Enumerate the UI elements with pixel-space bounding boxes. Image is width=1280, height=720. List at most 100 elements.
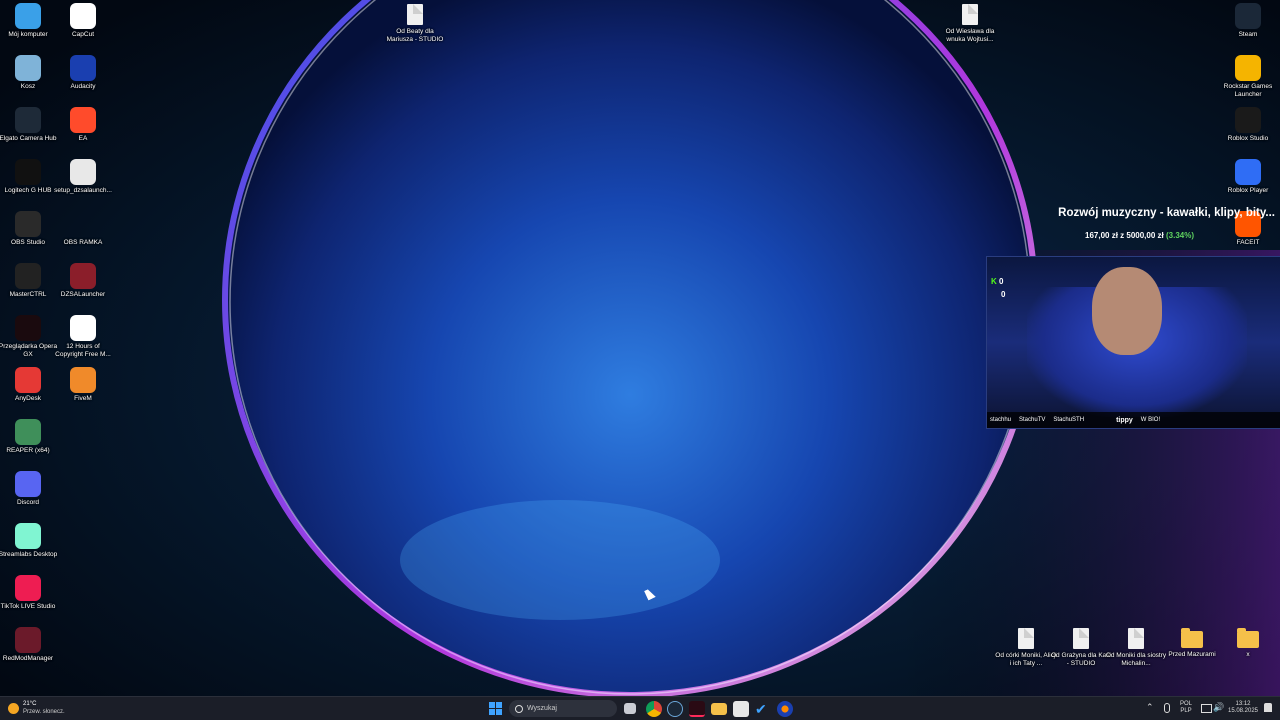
task-view-icon[interactable] <box>624 703 636 714</box>
desktop-shortcut-opera-gx[interactable]: Przeglądarka Opera GX <box>0 315 57 358</box>
desktop-shortcut-monitor[interactable]: Mój komputer <box>0 3 56 39</box>
desktop-shortcut-ea[interactable]: EA <box>55 107 111 143</box>
desktop-shortcut-folder[interactable]: x <box>1220 628 1276 659</box>
desktop-shortcut-fivem[interactable]: FiveM <box>55 367 111 403</box>
steam-taskbar-icon[interactable] <box>667 701 683 717</box>
kick-handle: StachuTV <box>1019 417 1046 423</box>
desktop-shortcut-installer[interactable]: setup_dzsalaunch... <box>54 159 112 195</box>
desktop-shortcut-document[interactable]: Od Grażyna dla Kasi - STUDIO <box>1051 628 1111 667</box>
start-button[interactable] <box>489 702 502 715</box>
document-icon <box>1128 628 1144 649</box>
desktop-shortcut-document[interactable]: Od Beaty dla Mariusza - STUDIO <box>387 4 443 43</box>
audacity-taskbar-icon[interactable] <box>777 701 793 717</box>
streamlabs-icon <box>15 523 41 549</box>
shortcut-label: Discord <box>16 499 40 506</box>
audacity-icon <box>70 55 96 81</box>
shortcut-label: Od Wiesława dla wnuka Wojtusi... <box>945 28 995 43</box>
desktop-shortcut-camera-hub[interactable]: Elgato Camera Hub <box>0 107 57 143</box>
shortcut-label: Steam <box>1238 31 1258 38</box>
webcam-overlay: K 0 0 stachhu StachuTV StachuSTH tippy W… <box>986 256 1280 429</box>
rockstar-icon <box>1235 55 1261 81</box>
search-placeholder: Wyszukaj <box>527 705 557 712</box>
microphone-icon[interactable] <box>1164 703 1170 713</box>
desktop-shortcut-rockstar[interactable]: Rockstar Games Launcher <box>1220 55 1276 98</box>
shortcut-label: Przed Mazurami <box>1168 651 1216 658</box>
instagram-handle: stachhu <box>990 417 1012 423</box>
weather-desc: Przew. słonecz. <box>23 709 65 715</box>
desktop-shortcut-discord[interactable]: Discord <box>0 471 56 507</box>
shortcut-label: Streamlabs Desktop <box>0 551 58 558</box>
desktop-shortcut-audacity[interactable]: Audacity <box>55 55 111 91</box>
notification-icon[interactable] <box>1264 703 1272 712</box>
desktop-shortcut-masterctrl[interactable]: MasterCTRL <box>0 263 56 299</box>
network-icon[interactable] <box>1201 704 1212 713</box>
file-explorer-icon[interactable] <box>711 703 727 715</box>
desktop-shortcut-frame[interactable]: OBS RAMKA <box>55 211 111 247</box>
shortcut-label: Od Grażyna dla Kasi - STUDIO <box>1051 652 1111 667</box>
shortcut-label: Od Moniki dla siostry Michalin... <box>1105 652 1167 667</box>
desktop-shortcut-dzsa[interactable]: DZSALauncher <box>55 263 111 299</box>
opera-gx-taskbar-icon[interactable] <box>689 701 705 717</box>
clock-date: 15.08.2025 <box>1227 708 1259 714</box>
shortcut-label: setup_dzsalaunch... <box>54 187 112 194</box>
twitch-handle: StachuSTH <box>1053 417 1085 423</box>
desktop-shortcut-folder[interactable]: Przed Mazurami <box>1164 628 1220 659</box>
capcut-icon <box>70 3 96 29</box>
language-indicator[interactable]: POL PLP <box>1178 701 1194 715</box>
monitor-icon <box>15 3 41 29</box>
ea-icon <box>70 107 96 133</box>
weather-widget[interactable]: 21°C Przew. słonecz. <box>8 700 65 716</box>
folder-icon <box>1181 628 1203 648</box>
shortcut-label: Mój komputer <box>8 31 48 38</box>
shortcut-label: EA <box>78 135 88 142</box>
document-icon <box>407 4 423 25</box>
desktop-shortcut-streamlabs[interactable]: Streamlabs Desktop <box>0 523 58 559</box>
video-file-icon <box>70 315 96 341</box>
shortcut-label: Logitech G HUB <box>4 187 52 194</box>
desktop-shortcut-video-file[interactable]: 12 Hours of Copyright Free M... <box>55 315 111 358</box>
desktop-shortcut-document[interactable]: Od córki Moniki, Alicji i ich Taty ... <box>995 628 1057 667</box>
clock[interactable]: 13:12 15.08.2025 <box>1224 701 1262 715</box>
desktop-shortcut-reaper[interactable]: REAPER (x64) <box>0 419 56 455</box>
shortcut-label: Od córki Moniki, Alicji i ich Taty ... <box>995 652 1057 667</box>
desktop-shortcut-anydesk[interactable]: AnyDesk <box>0 367 56 403</box>
folder-icon <box>1237 628 1259 648</box>
volume-icon[interactable]: 🔊 <box>1213 702 1224 713</box>
camera-hub-icon <box>15 107 41 133</box>
desktop-shortcut-roblox-player[interactable]: Roblox Player <box>1220 159 1276 195</box>
opera-gx-icon <box>15 315 41 341</box>
shortcut-label: AnyDesk <box>14 395 41 402</box>
obs-icon <box>15 211 41 237</box>
search-box[interactable]: Wyszukaj <box>509 700 617 717</box>
shortcut-label: DZSALauncher <box>60 291 106 298</box>
chrome-icon[interactable] <box>646 701 662 717</box>
anydesk-icon <box>15 367 41 393</box>
desktop-shortcut-steam[interactable]: Steam <box>1220 3 1276 39</box>
weather-temp: 21°C <box>23 701 37 707</box>
desktop-shortcut-obs[interactable]: OBS Studio <box>0 211 56 247</box>
todo-icon[interactable]: ✔ <box>755 701 771 717</box>
desktop-shortcut-tiktok[interactable]: TikTok LIVE Studio <box>0 575 56 611</box>
shortcut-label: REAPER (x64) <box>6 447 50 454</box>
shortcut-label: Roblox Studio <box>1227 135 1269 142</box>
chevron-up-icon[interactable]: ⌃ <box>1146 702 1154 713</box>
goal-amount: 167,00 zł z 5000,00 zł (3.34%) <box>990 231 1194 240</box>
person-head <box>1092 267 1162 355</box>
shortcut-label: MasterCTRL <box>9 291 47 298</box>
goal-title: Rozwój muzyczny - kawałki, klipy, bity..… <box>1058 207 1275 219</box>
dzsa-icon <box>70 263 96 289</box>
desktop-shortcut-redmod[interactable]: RedModManager <box>0 627 56 663</box>
desktop-shortcut-document[interactable]: Od Moniki dla siostry Michalin... <box>1105 628 1167 667</box>
store-icon[interactable] <box>733 701 749 717</box>
shortcut-label: Elgato Camera Hub <box>0 135 57 142</box>
desktop-shortcut-document[interactable]: Od Wiesława dla wnuka Wojtusi... <box>942 4 998 43</box>
desktop-shortcut-recycle-bin[interactable]: Kosz <box>0 55 56 91</box>
shortcut-label: FACEIT <box>1236 239 1260 246</box>
shortcut-label: TikTok LIVE Studio <box>0 603 56 610</box>
shortcut-label: FiveM <box>74 395 92 402</box>
desktop-shortcut-logitech[interactable]: Logitech G HUB <box>0 159 56 195</box>
redmod-icon <box>15 627 41 653</box>
steam-icon <box>1235 3 1261 29</box>
desktop-shortcut-capcut[interactable]: CapCut <box>55 3 111 39</box>
desktop-shortcut-roblox-studio[interactable]: Roblox Studio <box>1220 107 1276 143</box>
